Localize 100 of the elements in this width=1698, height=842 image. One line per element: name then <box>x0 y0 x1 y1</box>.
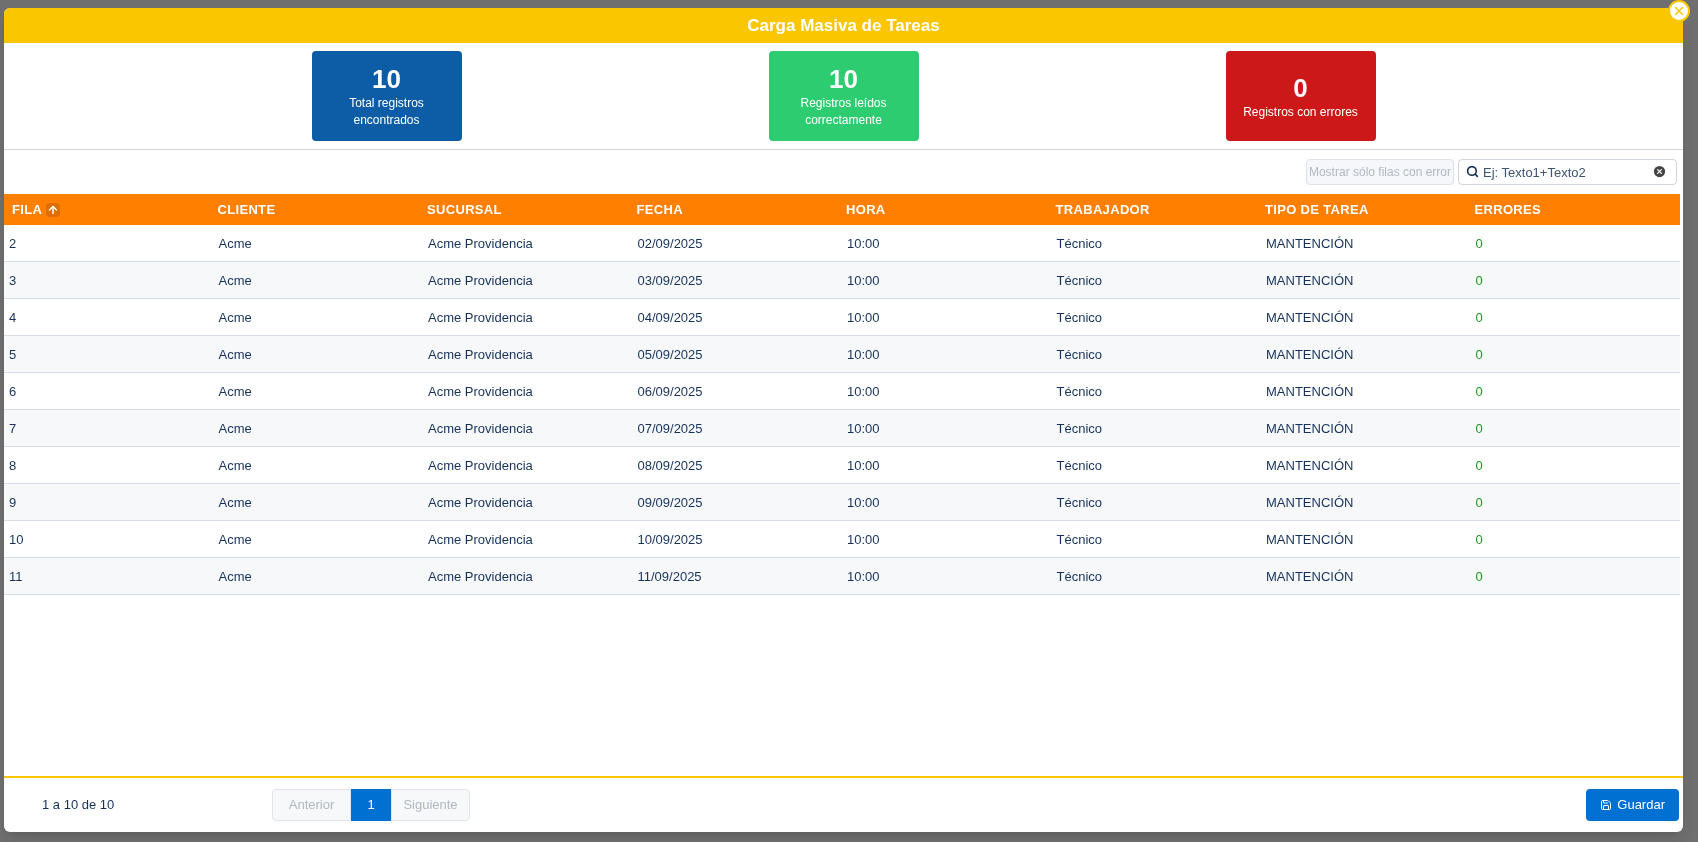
table-cell: 10 <box>9 532 24 547</box>
save-button[interactable]: Guardar <box>1586 789 1679 821</box>
column-header[interactable]: TRABAJADOR <box>1055 199 1150 220</box>
table-cell: 03/09/2025 <box>637 273 703 288</box>
stat-label: Registros leídos correctamente <box>799 95 888 129</box>
table-cell: 8 <box>9 458 17 473</box>
table-cell: Acme <box>218 236 252 251</box>
table-cell: 11/09/2025 <box>637 569 702 584</box>
modal-title: Carga Masiva de Tareas <box>747 14 940 37</box>
stat-value: 10 <box>829 63 858 95</box>
table-cell: MANTENCIÓN <box>1266 458 1354 473</box>
table-cell: 5 <box>9 347 17 362</box>
table-cell: MANTENCIÓN <box>1266 384 1354 399</box>
table-cell: Técnico <box>1056 347 1103 362</box>
table-cell: Técnico <box>1056 384 1103 399</box>
table-cell: Acme Providencia <box>428 273 533 288</box>
table-cell: MANTENCIÓN <box>1266 421 1354 436</box>
search-icon <box>1466 165 1479 178</box>
table-cell: MANTENCIÓN <box>1266 569 1354 584</box>
table-cell: 3 <box>9 273 17 288</box>
table-cell: Técnico <box>1056 532 1103 547</box>
table-cell: Acme Providencia <box>428 458 533 473</box>
table-cell: 11 <box>9 569 23 584</box>
table-cell: MANTENCIÓN <box>1266 310 1354 325</box>
column-header[interactable]: CLIENTE <box>217 199 276 220</box>
table-cell: Acme <box>218 532 252 547</box>
table-cell: 10:00 <box>847 273 880 288</box>
table-cell: Acme <box>218 310 252 325</box>
table-cell: Acme Providencia <box>428 495 533 510</box>
stat-value: 10 <box>372 63 401 95</box>
close-icon <box>1672 4 1686 18</box>
table-cell: 10:00 <box>847 421 880 436</box>
table-cell: 4 <box>9 310 17 325</box>
table-cell: 0 <box>1475 458 1483 473</box>
table-cell: 10/09/2025 <box>637 532 703 547</box>
table-cell: Acme Providencia <box>428 532 533 547</box>
table-cell: Técnico <box>1056 310 1103 325</box>
table-cell: Acme <box>218 495 252 510</box>
table-cell: 0 <box>1475 273 1483 288</box>
table-cell: Técnico <box>1056 236 1103 251</box>
close-button[interactable] <box>1668 0 1690 22</box>
table-cell: 6 <box>9 384 17 399</box>
table-cell: 0 <box>1475 347 1483 362</box>
column-header[interactable]: HORA <box>846 199 886 220</box>
column-header[interactable]: FILA <box>12 199 43 220</box>
table-cell: 9 <box>9 495 17 510</box>
table-cell: 10:00 <box>847 495 880 510</box>
table-cell: MANTENCIÓN <box>1266 495 1354 510</box>
page-button[interactable]: 1 <box>351 789 391 821</box>
table-cell: Acme <box>218 347 252 362</box>
table-cell: Técnico <box>1056 273 1103 288</box>
table-cell: Acme Providencia <box>428 347 533 362</box>
page-range: 1 a 10 de 10 <box>42 796 116 815</box>
table-cell: 0 <box>1475 495 1483 510</box>
table-cell: Acme <box>218 384 252 399</box>
table-cell: Acme Providencia <box>428 310 533 325</box>
table-cell: 10:00 <box>847 384 880 399</box>
table-cell: Técnico <box>1056 421 1103 436</box>
column-header[interactable]: FECHA <box>636 199 683 220</box>
table-cell: 10:00 <box>847 236 880 251</box>
table-cell: Acme <box>218 421 252 436</box>
table-cell: 0 <box>1475 421 1483 436</box>
table-cell: Técnico <box>1056 569 1103 584</box>
table-cell: MANTENCIÓN <box>1266 236 1354 251</box>
clear-icon[interactable] <box>1652 164 1667 179</box>
table-cell: MANTENCIÓN <box>1266 273 1354 288</box>
table-cell: Acme <box>218 569 252 584</box>
table-cell: 10:00 <box>847 458 880 473</box>
stat-label: Registros con errores <box>1242 103 1359 121</box>
stat-value: 0 <box>1293 71 1308 104</box>
table-cell: Técnico <box>1056 495 1103 510</box>
table-cell: Acme Providencia <box>428 569 533 584</box>
table-cell: 04/09/2025 <box>637 310 703 325</box>
table-cell: Acme Providencia <box>428 421 533 436</box>
table-cell: 10:00 <box>847 569 880 584</box>
save-icon <box>1600 799 1613 811</box>
table-cell: 0 <box>1475 236 1483 251</box>
table-cell: MANTENCIÓN <box>1266 347 1354 362</box>
column-header[interactable]: ERRORES <box>1474 199 1542 220</box>
search-field[interactable]: Ej: Texto1+Texto2 <box>1458 159 1677 185</box>
table-cell: 10:00 <box>847 310 880 325</box>
table-cell: Acme Providencia <box>428 236 533 251</box>
table-cell: 2 <box>9 236 17 251</box>
table-cell: 09/09/2025 <box>637 495 703 510</box>
table-cell: Acme <box>218 458 252 473</box>
table-cell: MANTENCIÓN <box>1266 532 1354 547</box>
table-cell: Técnico <box>1056 458 1103 473</box>
stat-label: Total registros encontrados <box>348 95 425 129</box>
column-header[interactable]: TIPO DE TAREA <box>1265 199 1369 220</box>
table-cell: 06/09/2025 <box>637 384 703 399</box>
sort-up-icon[interactable] <box>46 202 61 217</box>
table-cell: 7 <box>9 421 17 436</box>
table-cell: 0 <box>1475 569 1483 584</box>
column-header[interactable]: SUCURSAL <box>427 199 502 220</box>
table-cell: 10:00 <box>847 347 880 362</box>
table-cell: 0 <box>1475 532 1483 547</box>
table-cell: 05/09/2025 <box>637 347 703 362</box>
table-cell: 0 <box>1475 310 1483 325</box>
table-cell: 02/09/2025 <box>637 236 703 251</box>
table-cell: 08/09/2025 <box>637 458 703 473</box>
